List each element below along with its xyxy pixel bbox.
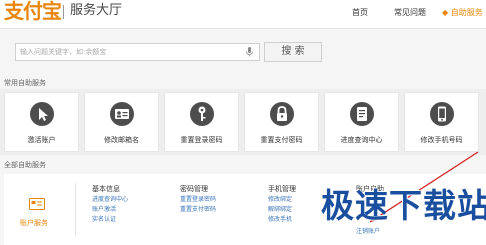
header-divider-line <box>0 28 486 29</box>
header-bar: 支付宝 服务大厅 首页 常见问题 ◆ 自助服务 <box>0 0 486 28</box>
link-change-binding[interactable]: 修改绑定 <box>268 196 292 204</box>
account-card-icon <box>29 198 45 210</box>
nav-home[interactable]: 首页 <box>352 8 368 18</box>
link-change-phone[interactable]: 修改手机 <box>268 216 292 224</box>
page-title: 服务大厅 <box>70 3 123 18</box>
tile-label: 进度查询中心 <box>340 136 383 144</box>
column-title-phone: 手机管理 <box>268 185 296 193</box>
column-title-basic-info: 基本信息 <box>92 185 120 193</box>
link-unbind[interactable]: 解绑绑定 <box>268 206 292 214</box>
alipay-logo[interactable]: 支付宝 <box>4 1 62 23</box>
tile-reset-login-password[interactable]: 重置登录密码 <box>164 92 239 152</box>
tile-label: 重置支付密码 <box>260 136 303 144</box>
tile-label: 激活账户 <box>27 136 56 144</box>
nav-faq[interactable]: 常见问题 <box>394 8 426 18</box>
tile-label: 修改邮箱名 <box>104 136 139 144</box>
tile-activate-account[interactable]: 激活账户 <box>4 92 79 152</box>
cursor-icon <box>30 102 54 126</box>
link-reset-login-password[interactable]: 重置登录密码 <box>180 196 216 204</box>
id-card-icon <box>110 102 134 126</box>
all-services-label: 全部自助服务 <box>4 161 46 169</box>
tile-label: 修改手机号码 <box>420 136 463 144</box>
watermark: 极速下载站 <box>321 186 486 225</box>
column-divider <box>75 183 76 235</box>
document-icon <box>350 102 374 126</box>
link-progress-center[interactable]: 进度查询中心 <box>92 196 128 204</box>
phone-icon <box>430 102 454 126</box>
account-service-label[interactable]: 账户服务 <box>20 219 48 228</box>
key-icon <box>190 102 214 126</box>
tile-change-phone[interactable]: 修改手机号码 <box>404 92 479 152</box>
search-box <box>15 43 260 61</box>
header-divider <box>63 5 64 19</box>
microphone-icon[interactable] <box>245 47 254 57</box>
search-button[interactable]: 搜 索 <box>264 42 322 62</box>
link-real-name-auth[interactable]: 实名认证 <box>92 216 116 224</box>
common-services-label: 常用自助服务 <box>4 79 46 87</box>
tile-reset-pay-password[interactable]: 重置支付密码 <box>244 92 319 152</box>
lock-icon <box>270 102 294 126</box>
tile-progress-center[interactable]: 进度查询中心 <box>324 92 399 152</box>
column-title-password: 密码管理 <box>180 185 208 193</box>
link-activate-account[interactable]: 账户激活 <box>92 206 116 214</box>
tile-edit-email[interactable]: 修改邮箱名 <box>84 92 159 152</box>
search-input[interactable] <box>20 46 235 58</box>
link-reset-pay-password[interactable]: 重置支付密码 <box>180 206 216 214</box>
tile-label: 重置登录密码 <box>180 136 223 144</box>
nav-self-service[interactable]: ◆ 自助服务 <box>442 8 483 18</box>
